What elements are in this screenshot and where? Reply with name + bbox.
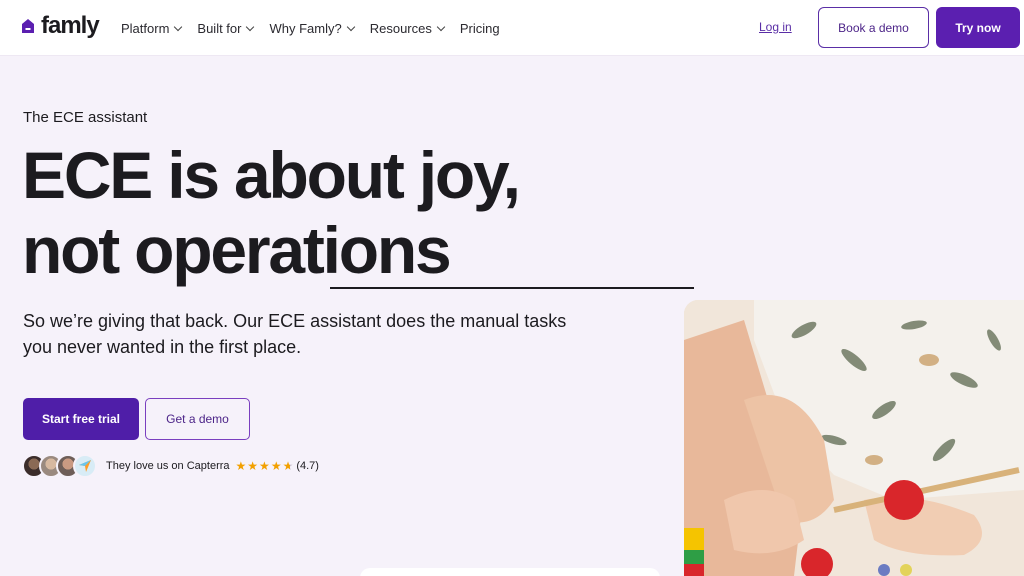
- chevron-down-icon: [246, 22, 255, 31]
- start-free-trial-button[interactable]: Start free trial: [23, 398, 139, 440]
- hero-subtext: So we’re giving that back. Our ECE assis…: [23, 311, 567, 357]
- social-proof: They love us on Capterra ★ ★ ★ ★ ★ (4.7): [22, 453, 319, 479]
- famly-house-logo-icon: [20, 17, 36, 35]
- hero-headline: ECE is about joy, not operations: [22, 138, 662, 288]
- main-menu: Platform Built for Why Famly? Resources …: [121, 0, 516, 56]
- try-now-button[interactable]: Try now: [936, 7, 1020, 48]
- chevron-down-icon: [436, 22, 446, 31]
- get-demo-button[interactable]: Get a demo: [145, 398, 250, 440]
- top-navigation: famly Platform Built for Why Famly? Reso…: [0, 0, 1024, 56]
- menu-item-label: Built for: [197, 20, 242, 36]
- book-demo-button[interactable]: Book a demo: [818, 7, 929, 48]
- hero-eyebrow: The ECE assistant: [23, 109, 148, 126]
- menu-item-label: Pricing: [459, 20, 500, 36]
- menu-item-pricing[interactable]: Pricing: [460, 21, 500, 36]
- capterra-arrow-icon: [73, 454, 97, 478]
- headline-line-1: ECE is about joy,: [22, 138, 521, 212]
- floating-card-peek: [360, 568, 660, 576]
- headline-underline-divider: [330, 287, 694, 289]
- rating-value: (4.7): [296, 460, 319, 472]
- chevron-down-icon: [174, 22, 183, 31]
- star-icon: ★: [270, 459, 282, 473]
- login-link[interactable]: Log in: [759, 20, 792, 34]
- menu-item-label: Platform: [121, 20, 170, 36]
- menu-item-why-famly[interactable]: Why Famly?: [269, 20, 355, 36]
- menu-item-label: Resources: [369, 20, 432, 36]
- star-icon: ★: [235, 459, 247, 473]
- menu-item-resources[interactable]: Resources: [369, 20, 446, 36]
- hero-photo-baby-playing: [684, 300, 1024, 576]
- famly-logo[interactable]: famly: [20, 12, 100, 40]
- star-icon: ★: [259, 459, 270, 473]
- star-icon: ★: [282, 459, 294, 473]
- headline-line-2: not operations: [22, 213, 452, 287]
- logo-text: famly: [41, 12, 100, 39]
- reviewer-avatars: [22, 454, 97, 478]
- menu-item-label: Why Famly?: [269, 20, 342, 36]
- chevron-down-icon: [346, 22, 355, 31]
- menu-item-built-for[interactable]: Built for: [197, 20, 255, 36]
- menu-item-platform[interactable]: Platform: [121, 20, 183, 36]
- star-icon: ★: [247, 459, 259, 473]
- capterra-text: They love us on Capterra: [106, 460, 230, 472]
- rating-stars: ★ ★ ★ ★ ★: [236, 460, 294, 472]
